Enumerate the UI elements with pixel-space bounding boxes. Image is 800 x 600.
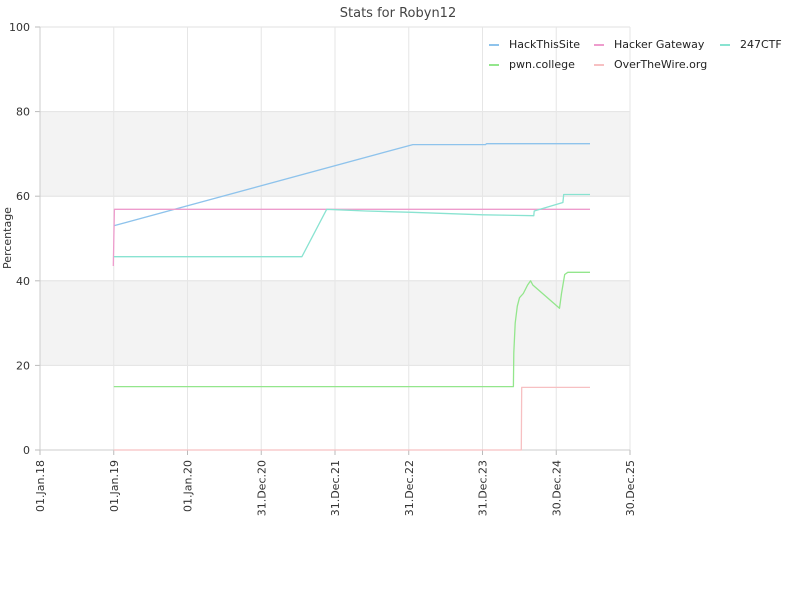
x-tick-label: 31.Dec.20 — [255, 460, 268, 516]
chart: Stats for Robyn12 0 20 40 60 80 100 01.Jan.18… — [1, 6, 782, 516]
legend-item: pwn.college — [509, 58, 575, 71]
y-tick-label: 100 — [9, 21, 30, 34]
x-tick-label: 31.Dec.22 — [403, 460, 416, 516]
x-tick-label: 01.Jan.18 — [34, 460, 47, 512]
legend-item: HackThisSite — [509, 38, 580, 51]
chart-title: Stats for Robyn12 — [340, 6, 456, 21]
x-tick-labels: 01.Jan.18 01.Jan.19 01.Jan.20 31.Dec.20 31.D… — [34, 460, 637, 516]
grid-lines — [35, 26, 631, 455]
legend-item: OverTheWire.org — [614, 58, 707, 71]
x-tick-label: 30.Dec.25 — [624, 460, 637, 516]
x-tick-label: 31.Dec.23 — [477, 460, 490, 516]
legend: HackThisSite Hacker Gateway 247CTF pwn.coll… — [489, 38, 782, 71]
x-tick-label: 01.Jan.20 — [182, 460, 195, 512]
x-tick-label: 30.Dec.24 — [550, 460, 563, 516]
y-tick-label: 60 — [16, 190, 30, 203]
y-tick-label: 20 — [16, 359, 30, 372]
x-tick-label: 31.Dec.21 — [329, 460, 342, 516]
y-tick-label: 80 — [16, 106, 30, 119]
y-tick-label: 40 — [16, 275, 30, 288]
series-line-overthewire-org — [113, 386, 590, 451]
legend-item: 247CTF — [740, 38, 782, 51]
x-tick-label: 01.Jan.19 — [108, 460, 121, 512]
series-line-hacker-gateway — [112, 208, 590, 267]
y-axis-label: Percentage — [1, 207, 14, 269]
series-line-247ctf — [113, 193, 590, 258]
legend-item: Hacker Gateway — [614, 38, 705, 51]
y-tick-label: 0 — [23, 444, 30, 457]
